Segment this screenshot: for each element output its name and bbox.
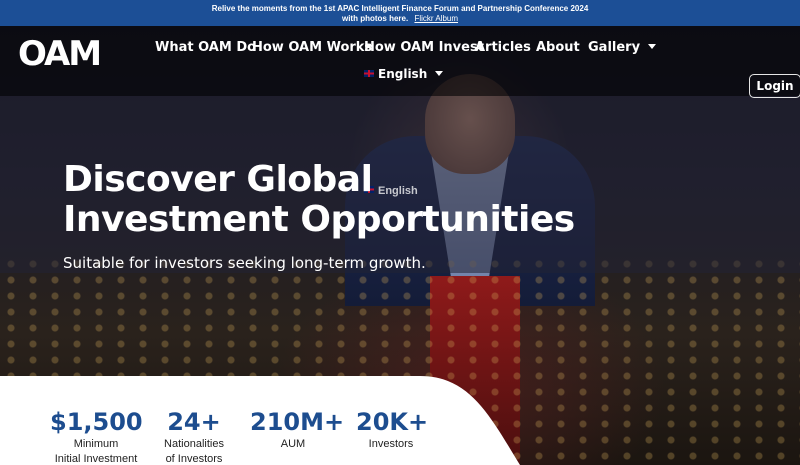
- nav-what-oam-do[interactable]: What OAM Do: [155, 40, 256, 55]
- hero-title-line1: Discover Global: [63, 159, 373, 200]
- stat-label: Minimum: [73, 438, 119, 450]
- nav-how-oam-works[interactable]: How OAM Works: [252, 40, 372, 55]
- main-nav: OAM What OAM Do How OAM Works How OAM In…: [0, 26, 800, 98]
- stat-label: of Investors: [165, 453, 223, 465]
- stat-value: 24+: [167, 408, 221, 436]
- announcement-text-line1: Relive the moments from the 1st APAC Int…: [211, 4, 589, 13]
- nav-gallery[interactable]: Gallery: [588, 40, 657, 55]
- oam-logo[interactable]: OAM: [18, 34, 102, 74]
- nav-about[interactable]: About: [536, 40, 580, 55]
- login-button[interactable]: Login: [749, 74, 800, 98]
- stat-investors: 20K+ Investors: [356, 408, 429, 451]
- stat-value: $1,500: [50, 408, 143, 436]
- flickr-album-link[interactable]: Flickr Album: [414, 14, 458, 23]
- chevron-down-icon: [435, 71, 444, 76]
- stat-aum: 210M+ AUM: [250, 408, 345, 451]
- uk-flag-icon: [364, 70, 374, 77]
- stat-label: Initial Investment: [54, 453, 138, 465]
- nav-how-oam-invest[interactable]: How OAM Invest: [364, 40, 484, 55]
- chevron-down-icon: [648, 44, 657, 49]
- nav-gallery-label: Gallery: [588, 40, 641, 55]
- stat-label: AUM: [280, 438, 306, 450]
- announcement-bar: Relive the moments from the 1st APAC Int…: [0, 0, 800, 26]
- stat-value: 20K+: [356, 408, 429, 436]
- hero-subtitle: Suitable for investors seeking long-term…: [63, 254, 426, 272]
- stat-label: Nationalities: [164, 438, 224, 450]
- stat-value: 210M+: [250, 408, 345, 436]
- hero-title: Discover Global Investment Opportunities: [63, 160, 583, 240]
- stat-nationalities: 24+ Nationalities of Investors: [160, 408, 228, 465]
- hero-title-line2: Investment Opportunities: [63, 199, 575, 240]
- stat-label: Investors: [368, 438, 414, 450]
- announcement-text-line2: with photos here.: [341, 13, 409, 23]
- nav-articles[interactable]: Articles: [475, 40, 531, 55]
- language-selector[interactable]: English: [364, 67, 444, 81]
- stat-minimum-investment: $1,500 Minimum Initial Investment: [50, 408, 143, 465]
- language-label: English: [378, 67, 428, 81]
